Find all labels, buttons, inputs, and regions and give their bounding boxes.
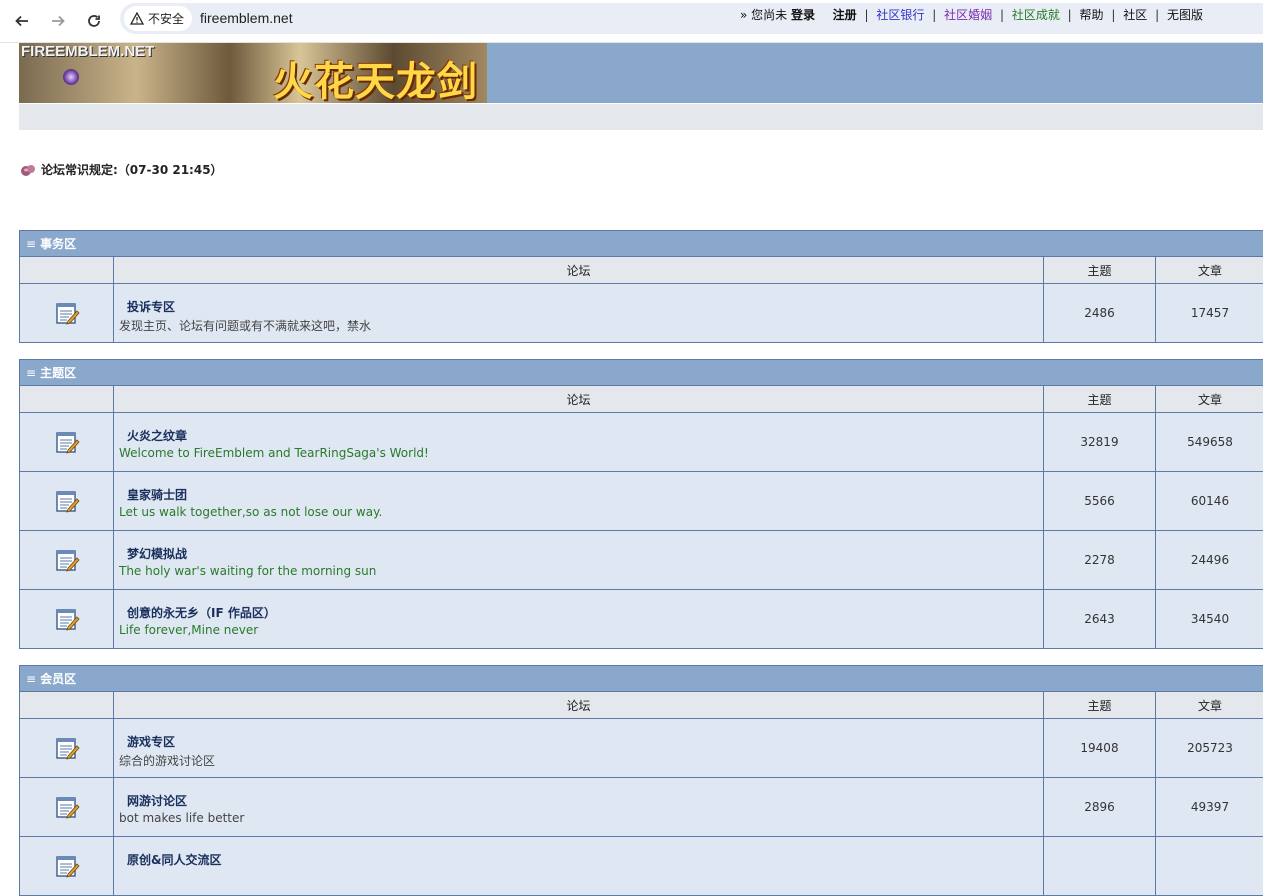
announcement-text: 论坛常识规定:（07-30 21:45） <box>41 163 223 177</box>
forum-row: 原创&同人交流区 <box>20 837 1263 896</box>
forum-description: The holy war's waiting for the morning s… <box>119 564 377 578</box>
login-link[interactable]: 登录 <box>791 8 815 22</box>
section-title: 事务区 <box>40 237 77 251</box>
topic-count: 2486 <box>1084 306 1115 320</box>
forum-row: 游戏专区 综合的游戏讨论区 19408 205723 <box>20 719 1263 778</box>
forum-title-link[interactable]: 创意的永无乡（IF 作品区） <box>127 604 1043 621</box>
forum-description: 综合的游戏讨论区 <box>119 754 216 768</box>
forum-description: Let us walk together,so as not lose our … <box>119 505 383 519</box>
reload-icon <box>88 15 100 27</box>
forum-notepad-icon <box>54 547 80 573</box>
forum-row: 创意的永无乡（IF 作品区） Life forever,Mine never 2… <box>20 590 1263 649</box>
achievements-link[interactable]: 社区成就 <box>1012 8 1060 22</box>
forum-row: 火炎之纹章 Welcome to FireEmblem and TearRing… <box>20 413 1263 472</box>
col-forum-header: 论坛 <box>114 692 1044 718</box>
forum-notepad-icon <box>54 794 80 820</box>
collapse-icon[interactable]: ≡ <box>26 366 36 380</box>
forum-notepad-icon <box>54 488 80 514</box>
forum-title-link[interactable]: 火炎之纹章 <box>127 427 1043 444</box>
post-count: 205723 <box>1187 741 1233 755</box>
column-header-row: 论坛 主题 文章 <box>20 386 1263 413</box>
forum-notepad-icon <box>54 735 80 761</box>
topic-count: 32819 <box>1080 435 1119 449</box>
section-title: 会员区 <box>40 672 77 686</box>
forum-row: 投诉专区 发现主页、论坛有问题或有不满就来这吧，禁水 2486 17457 <box>20 284 1263 343</box>
help-link[interactable]: 帮助 <box>1080 8 1104 22</box>
forum-title-link[interactable]: 游戏专区 <box>127 733 1043 750</box>
forward-arrow-icon <box>52 15 65 27</box>
topic-count: 19408 <box>1080 741 1119 755</box>
forum-row: 皇家骑士团 Let us walk together,so as not los… <box>20 472 1263 531</box>
collapse-icon[interactable]: ≡ <box>26 237 36 251</box>
no-image-link[interactable]: 无图版 <box>1167 8 1203 22</box>
col-posts-header: 文章 <box>1197 392 1222 407</box>
post-count: 60146 <box>1190 494 1230 508</box>
column-header-row: 论坛 主题 文章 <box>20 257 1263 284</box>
col-topics-header: 主题 <box>1044 386 1156 412</box>
topic-count: 2896 <box>1084 800 1115 814</box>
url-text[interactable]: fireemblem.net <box>200 10 293 26</box>
col-forum-header: 论坛 <box>114 257 1044 283</box>
forum-notepad-icon <box>54 606 80 632</box>
announcement[interactable]: 论坛常识规定:（07-30 21:45） <box>20 161 223 178</box>
forum-title-link[interactable]: 投诉专区 <box>127 298 1043 315</box>
top-nav-links: » 您尚未 登录 注册 | 社区银行 | 社区婚姻 | 社区成就 | 帮助 | … <box>740 8 1203 22</box>
forum-notepad-icon <box>54 429 80 455</box>
forum-row: 网游讨论区 bot makes life better 2896 49397 <box>20 778 1263 837</box>
reload-button[interactable] <box>82 9 106 33</box>
forward-button[interactable] <box>46 9 70 33</box>
col-posts-header: 文章 <box>1197 698 1222 713</box>
security-indicator[interactable]: 不安全 <box>124 6 193 31</box>
site-logo[interactable]: FIREEMBLEM.NET 火花天龙剑 <box>19 43 487 103</box>
topic-count: 2278 <box>1084 553 1115 567</box>
post-count: 49397 <box>1190 800 1230 814</box>
logo-title-text: 火花天龙剑 <box>273 58 478 103</box>
logo-orb <box>63 69 79 85</box>
login-prompt: » 您尚未 <box>740 8 788 22</box>
post-count: 24496 <box>1190 553 1230 567</box>
section-title: 主题区 <box>40 366 77 380</box>
forum-description: bot makes life better <box>119 811 245 825</box>
col-forum-header: 论坛 <box>114 386 1044 412</box>
forum-description: Welcome to FireEmblem and TearRingSaga's… <box>119 446 429 460</box>
forum-description: Life forever,Mine never <box>119 623 259 637</box>
post-count: 34540 <box>1190 612 1230 626</box>
register-link[interactable]: 注册 <box>833 8 857 22</box>
col-topics-header: 主题 <box>1044 692 1156 718</box>
forum-title-link[interactable]: 皇家骑士团 <box>127 486 1043 503</box>
section-header[interactable]: ≡ 事务区 <box>20 231 1263 257</box>
top-nav <box>19 104 1263 130</box>
post-count: 549658 <box>1187 435 1233 449</box>
back-button[interactable] <box>10 9 34 33</box>
topic-count: 5566 <box>1084 494 1115 508</box>
forum-title-link[interactable]: 梦幻模拟战 <box>127 545 1043 562</box>
security-label: 不安全 <box>148 12 185 26</box>
post-count: 17457 <box>1190 306 1230 320</box>
warning-icon <box>130 12 144 25</box>
section-header[interactable]: ≡ 主题区 <box>20 360 1263 386</box>
forum-notepad-icon <box>54 300 80 326</box>
topic-count: 2643 <box>1084 612 1115 626</box>
forum-title-link[interactable]: 网游讨论区 <box>127 792 1043 809</box>
forum-section-topics: ≡ 主题区 论坛 主题 文章 火炎之纹章 Welcome to FireEmbl… <box>19 359 1263 649</box>
marriage-link[interactable]: 社区婚姻 <box>944 8 992 22</box>
forum-description: 发现主页、论坛有问题或有不满就来这吧，禁水 <box>119 319 372 333</box>
forum-title-link[interactable]: 原创&同人交流区 <box>127 851 1043 868</box>
col-topics-header: 主题 <box>1044 257 1156 283</box>
forum-section-affairs: ≡ 事务区 论坛 主题 文章 投诉专区 发现主页、论坛有问题或有不满就来这吧，禁… <box>19 230 1263 343</box>
back-arrow-icon <box>15 15 28 27</box>
announcement-icon <box>21 164 35 176</box>
forum-row: 梦幻模拟战 The holy war's waiting for the mor… <box>20 531 1263 590</box>
col-posts-header: 文章 <box>1197 263 1222 278</box>
community-link[interactable]: 社区 <box>1123 8 1147 22</box>
bank-link[interactable]: 社区银行 <box>876 8 924 22</box>
column-header-row: 论坛 主题 文章 <box>20 692 1263 719</box>
logo-net-text: FIREEMBLEM.NET <box>21 43 155 60</box>
forum-section-members: ≡ 会员区 论坛 主题 文章 游戏专区 综合的游戏讨论区 19408 20572… <box>19 665 1263 896</box>
forum-notepad-icon <box>54 853 80 879</box>
collapse-icon[interactable]: ≡ <box>26 672 36 686</box>
section-header[interactable]: ≡ 会员区 <box>20 666 1263 692</box>
